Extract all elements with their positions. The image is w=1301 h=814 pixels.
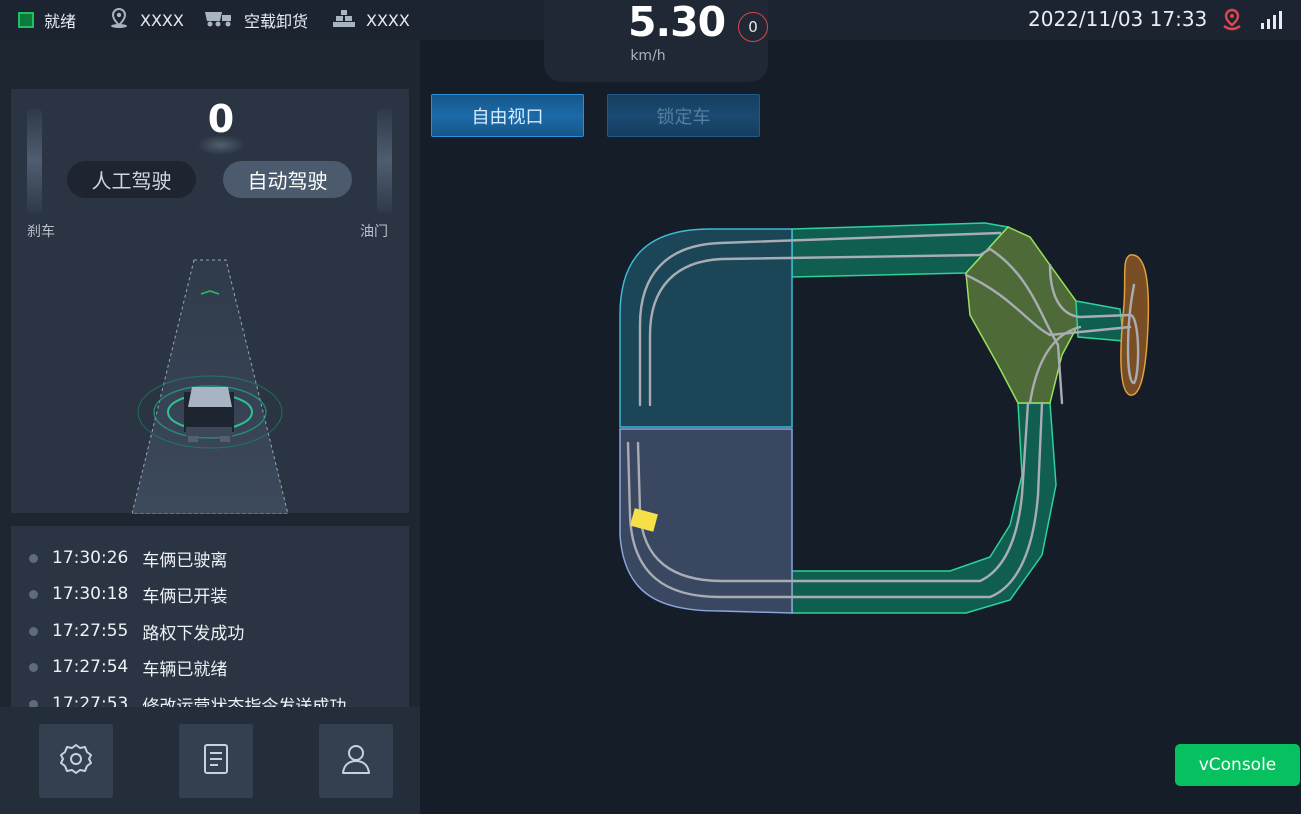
- status-indicator-icon: [18, 12, 34, 28]
- brake-label: 刹车: [27, 224, 55, 240]
- auto-drive-button[interactable]: 自动驾驶: [223, 161, 352, 198]
- event-log: 17:30:26 车俩已驶离 17:30:18 车俩已开装 17:27:55 路…: [11, 526, 409, 735]
- location-status: XXXX: [108, 7, 184, 33]
- signal-bars-icon: [1260, 10, 1286, 34]
- settings-button[interactable]: [39, 724, 113, 798]
- bullet-icon: [29, 626, 38, 636]
- bottom-nav: [0, 707, 420, 814]
- log-list-button[interactable]: [179, 724, 253, 798]
- bullet-icon: [29, 553, 38, 563]
- log-item: 17:27:55 路权下发成功: [29, 620, 244, 644]
- throttle-label: 油门: [360, 224, 388, 240]
- throttle-gauge: [377, 109, 392, 213]
- lock-vehicle-button[interactable]: 锁定车: [607, 94, 760, 137]
- location-pin-icon: [108, 7, 130, 33]
- load-state-text: 空载卸货: [244, 12, 309, 31]
- bullet-icon: [29, 662, 38, 672]
- log-item: 17:27:54 车辆已就绪: [29, 656, 227, 680]
- log-item: 17:30:18 车俩已开装: [29, 583, 227, 607]
- speed-unit: km/h: [630, 48, 666, 64]
- location-text: XXXX: [140, 10, 184, 30]
- vconsole-button[interactable]: vConsole: [1175, 744, 1300, 786]
- user-button[interactable]: [319, 724, 393, 798]
- site-map[interactable]: [610, 215, 1155, 620]
- gear-value: 0: [207, 97, 235, 141]
- log-item: 17:30:26 车俩已驶离: [29, 547, 227, 571]
- material-pile-icon: [332, 8, 356, 32]
- list-icon: [198, 741, 234, 781]
- datetime: 2022/11/03 17:33: [1028, 7, 1208, 31]
- material-text: XXXX: [366, 10, 410, 30]
- speed-badge: 0: [738, 12, 768, 42]
- dump-truck-icon: [204, 8, 234, 32]
- settings-icon: [58, 741, 94, 781]
- load-status: 空载卸货: [204, 9, 308, 31]
- vehicle-view: [132, 259, 288, 514]
- drive-card: 刹车 油门 0 人工驾驶 自动驾驶: [11, 89, 409, 514]
- bullet-icon: [29, 589, 38, 599]
- status-label: 就绪: [44, 12, 77, 31]
- manual-drive-button[interactable]: 人工驾驶: [67, 161, 196, 198]
- user-icon: [338, 741, 374, 781]
- material-status: XXXX: [332, 9, 410, 31]
- left-panel: 刹车 油门 0 人工驾驶 自动驾驶 17:30:26 车俩已驶离 17:30:1…: [0, 40, 420, 814]
- free-view-button[interactable]: 自由视口: [431, 94, 584, 137]
- brake-gauge: [27, 109, 42, 213]
- alarm-pin-icon[interactable]: [1221, 8, 1243, 36]
- speed-value: 5.30: [628, 0, 726, 46]
- road-zone-connector: [1075, 300, 1125, 342]
- ready-status: 就绪: [18, 9, 76, 31]
